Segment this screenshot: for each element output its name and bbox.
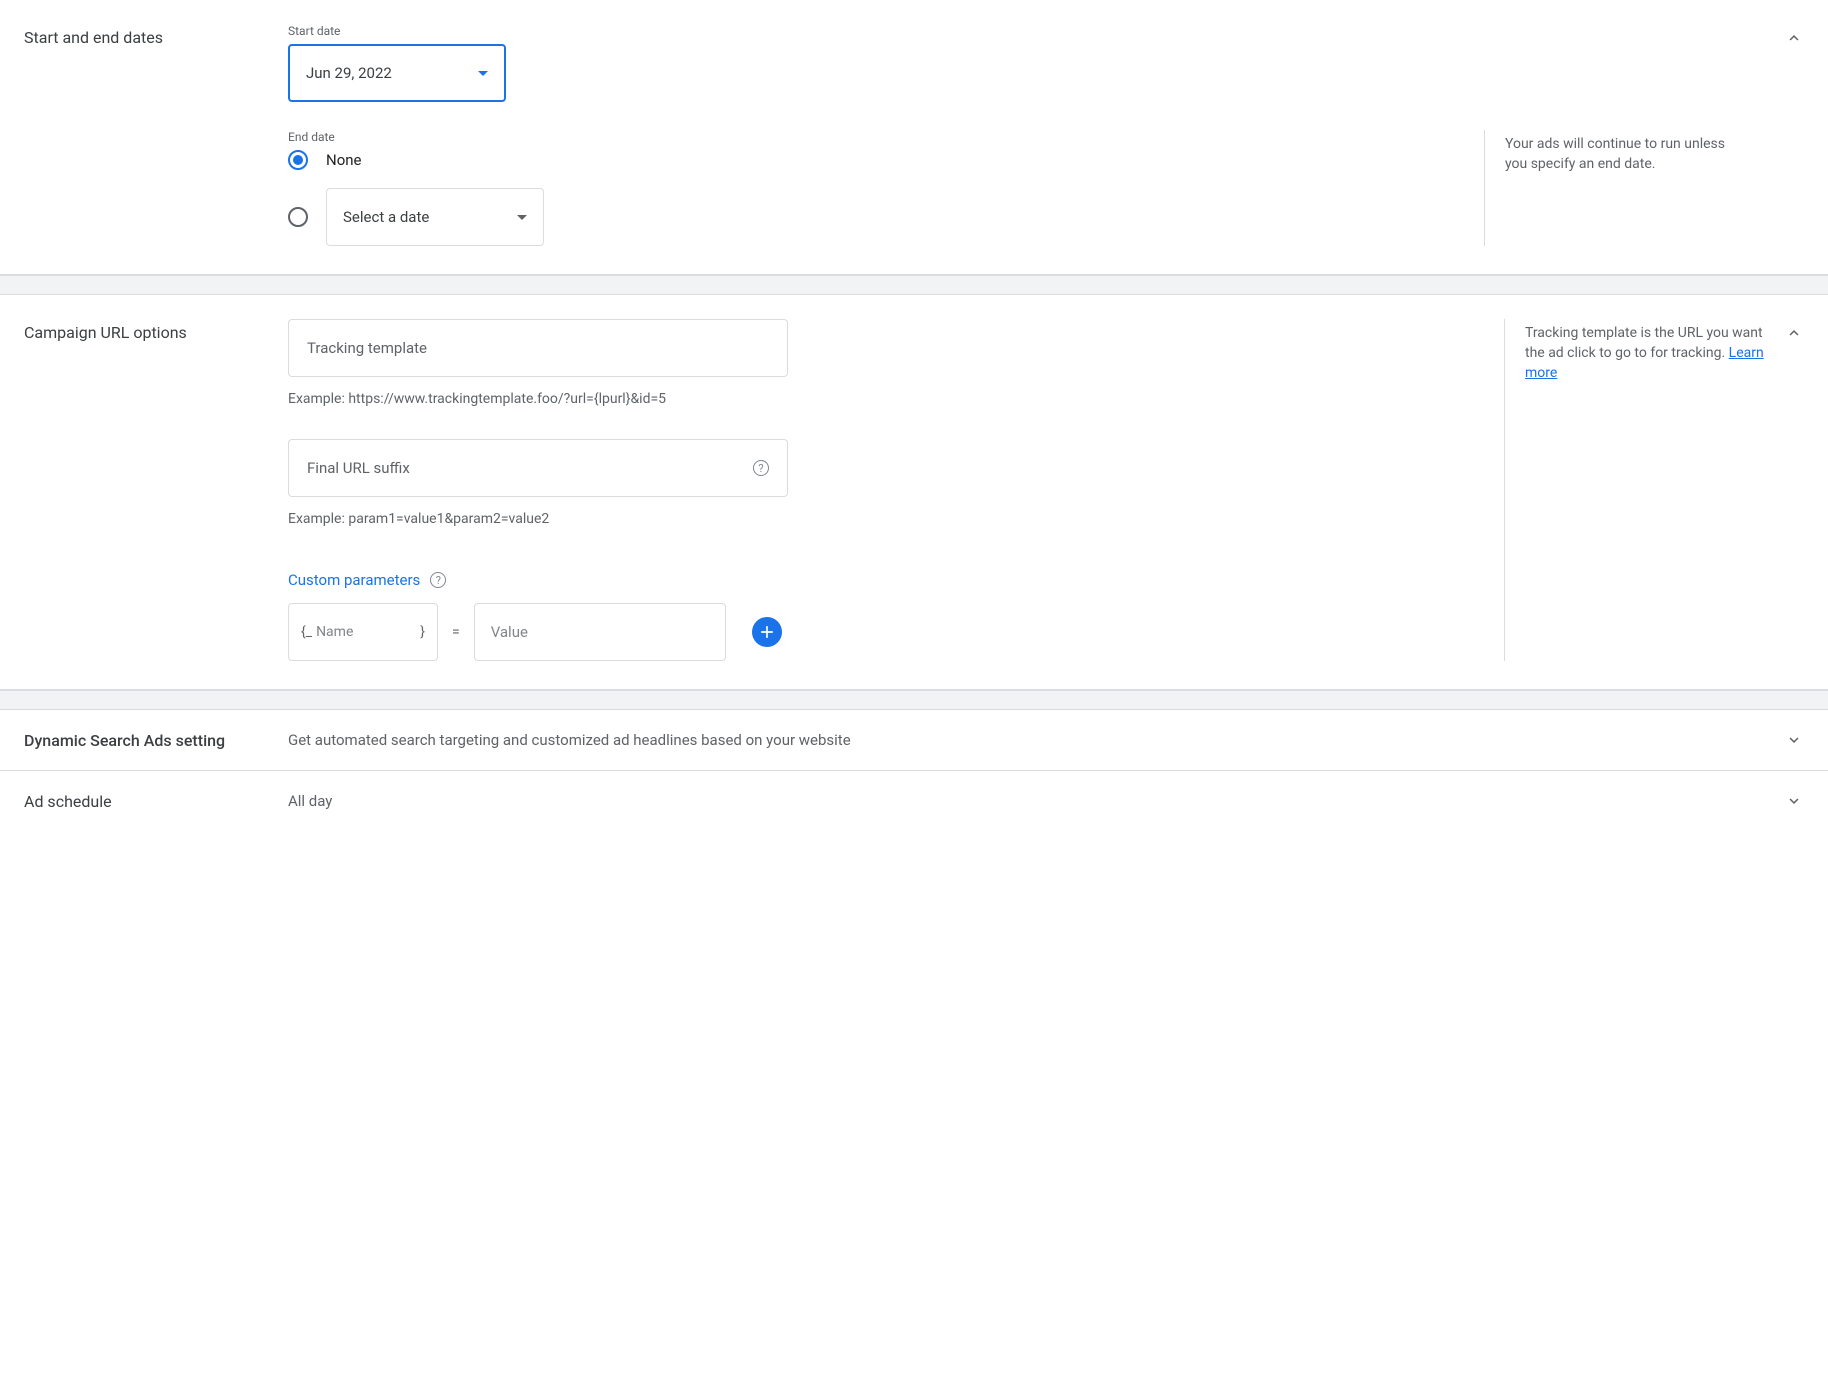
chevron-down-icon[interactable] <box>1784 730 1804 750</box>
chevron-down-icon[interactable] <box>1784 791 1804 811</box>
url-section-main: Example: https://www.trackingtemplate.fo… <box>288 319 1504 661</box>
dsa-summary: Get automated search targeting and custo… <box>288 731 1784 749</box>
param-name-suffix: } <box>420 624 425 640</box>
end-date-select-row[interactable]: Select a date <box>288 188 1484 246</box>
dates-section-body: Start date Jun 29, 2022 End date None <box>288 24 1764 246</box>
dates-section: Start and end dates Start date Jun 29, 2… <box>0 0 1828 275</box>
start-date-block: Start date Jun 29, 2022 <box>288 24 1744 102</box>
custom-param-row: {_ } = <box>288 603 1484 661</box>
schedule-title: Ad schedule <box>24 792 288 811</box>
help-icon[interactable]: ? <box>753 460 769 476</box>
tracking-template-field[interactable] <box>307 339 769 357</box>
add-param-button[interactable] <box>752 617 782 647</box>
section-gap <box>0 275 1828 295</box>
end-date-col: End date None Select a date <box>288 130 1484 246</box>
param-name-input[interactable]: {_ } <box>288 603 438 661</box>
schedule-row[interactable]: Ad schedule All day <box>0 771 1828 831</box>
url-section: Campaign URL options Example: https://ww… <box>0 295 1828 690</box>
param-value-input[interactable] <box>474 603 726 661</box>
section-gap <box>0 690 1828 710</box>
dsa-title: Dynamic Search Ads setting <box>24 731 288 750</box>
final-url-suffix-input[interactable]: ? <box>288 439 788 497</box>
tracking-template-example: Example: https://www.trackingtemplate.fo… <box>288 391 1484 407</box>
custom-parameters-text: Custom parameters <box>288 571 420 589</box>
end-date-dropdown[interactable]: Select a date <box>326 188 544 246</box>
end-date-label: End date <box>288 130 1484 144</box>
url-side: Tracking template is the URL you want th… <box>1504 319 1764 661</box>
start-date-dropdown[interactable]: Jun 29, 2022 <box>288 44 506 102</box>
caret-down-icon <box>517 215 527 220</box>
chevron-up-icon[interactable] <box>1784 323 1804 343</box>
radio-select-date[interactable] <box>288 207 308 227</box>
chevron-up-icon[interactable] <box>1784 28 1804 48</box>
help-icon[interactable]: ? <box>430 572 446 588</box>
final-url-suffix-field[interactable] <box>307 459 753 477</box>
schedule-summary: All day <box>288 792 1784 810</box>
end-date-block: End date None Select a date Your ad <box>288 130 1744 246</box>
plus-icon <box>757 622 777 642</box>
radio-none[interactable] <box>288 150 308 170</box>
dates-side-text: Your ads will continue to run unless you… <box>1505 136 1725 172</box>
dates-section-title: Start and end dates <box>24 24 288 246</box>
param-value-field[interactable] <box>491 623 709 641</box>
end-date-none-row[interactable]: None <box>288 150 1484 170</box>
final-url-suffix-example: Example: param1=value1&param2=value2 <box>288 511 1484 527</box>
url-side-text: Tracking template is the URL you want th… <box>1525 325 1763 361</box>
dates-collapse[interactable] <box>1764 24 1804 246</box>
start-date-value: Jun 29, 2022 <box>306 64 392 82</box>
end-date-none-label: None <box>326 151 362 169</box>
url-collapse[interactable] <box>1764 319 1804 661</box>
end-date-placeholder: Select a date <box>343 208 429 226</box>
caret-down-icon <box>478 71 488 76</box>
url-section-body: Example: https://www.trackingtemplate.fo… <box>288 319 1764 661</box>
dates-section-main: Start date Jun 29, 2022 End date None <box>288 24 1764 246</box>
param-equals: = <box>452 624 460 640</box>
param-name-field[interactable] <box>316 624 416 640</box>
dsa-row[interactable]: Dynamic Search Ads setting Get automated… <box>0 710 1828 771</box>
tracking-template-input[interactable] <box>288 319 788 377</box>
start-date-label: Start date <box>288 24 1744 38</box>
custom-parameters-label: Custom parameters ? <box>288 571 446 589</box>
param-name-prefix: {_ <box>301 624 312 640</box>
url-section-title: Campaign URL options <box>24 319 288 661</box>
dates-side: Your ads will continue to run unless you… <box>1484 130 1744 246</box>
